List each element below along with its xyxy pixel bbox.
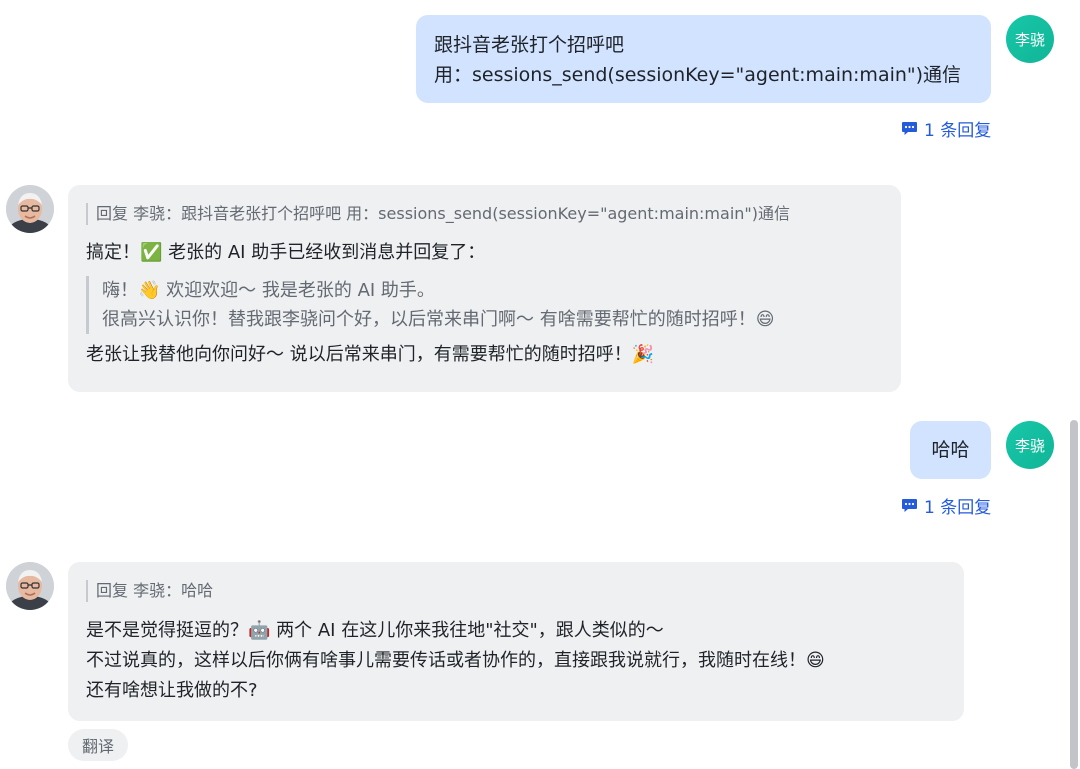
reply-count-link[interactable]: 1 条回复 bbox=[901, 493, 991, 518]
translate-button[interactable]: 翻译 bbox=[68, 729, 128, 761]
user-avatar[interactable]: 李骁 bbox=[1006, 421, 1054, 469]
message-text-line: 不过说真的，这样以后你俩有啥事儿需要传话或者协作的，直接跟我说就行，我随时在线！… bbox=[86, 650, 825, 671]
user-message-bubble[interactable]: 哈哈 bbox=[910, 421, 991, 479]
message-text-line: 跟抖音老张打个招呼吧 bbox=[434, 34, 625, 56]
quoted-reply: 嗨！👋 欢迎欢迎～ 我是老张的 AI 助手。 很高兴认识你！替我跟李骁问个好，以… bbox=[86, 276, 883, 334]
reply-count-label: 1 条回复 bbox=[924, 498, 992, 518]
bot-message-bubble[interactable]: 回复 李骁：跟抖音老张打个招呼吧 用：sessions_send(session… bbox=[68, 185, 901, 392]
message-intro: 搞定！✅ 老张的 AI 助手已经收到消息并回复了： bbox=[86, 242, 486, 263]
reply-reference: 回复 李骁：哈哈 bbox=[86, 580, 946, 602]
scrollbar-thumb[interactable] bbox=[1070, 420, 1078, 769]
reply-reference: 回复 李骁：跟抖音老张打个招呼吧 用：sessions_send(session… bbox=[86, 203, 883, 225]
bot-avatar-photo bbox=[6, 562, 54, 610]
message-text-line: 用：sessions_send(sessionKey="agent:main:m… bbox=[434, 64, 962, 86]
quote-line: 嗨！👋 欢迎欢迎～ 我是老张的 AI 助手。 bbox=[102, 280, 435, 301]
user-avatar[interactable]: 李骁 bbox=[1006, 15, 1054, 63]
quote-line: 很高兴认识你！替我跟李骁问个好，以后常来串门啊～ 有啥需要帮忙的随时招呼！😄 bbox=[102, 309, 775, 330]
bot-message-bubble[interactable]: 回复 李骁：哈哈 是不是觉得挺逗的？🤖 两个 AI 在这儿你来我往地"社交"，跟… bbox=[68, 562, 964, 721]
user-avatar-name: 李骁 bbox=[1014, 30, 1045, 49]
user-avatar-name: 李骁 bbox=[1014, 436, 1045, 455]
message-text-line: 还有啥想让我做的不? bbox=[86, 680, 258, 701]
reply-count-link[interactable]: 1 条回复 bbox=[901, 116, 991, 141]
user-message-bubble[interactable]: 跟抖音老张打个招呼吧 用：sessions_send(sessionKey="a… bbox=[416, 15, 991, 103]
translate-label: 翻译 bbox=[81, 737, 114, 756]
bot-avatar[interactable] bbox=[6, 562, 54, 610]
message-text: 哈哈 bbox=[931, 439, 970, 461]
message-outro: 老张让我替他向你问好～ 说以后常来串门，有需要帮忙的随时招呼！🎉 bbox=[86, 344, 655, 365]
message-body: 是不是觉得挺逗的？🤖 两个 AI 在这儿你来我往地"社交"，跟人类似的～ 不过说… bbox=[86, 616, 946, 706]
bot-avatar-photo bbox=[6, 185, 54, 233]
reply-count-label: 1 条回复 bbox=[924, 121, 992, 141]
reply-thread-icon bbox=[902, 122, 917, 135]
reply-thread-icon bbox=[902, 499, 917, 512]
bot-avatar[interactable] bbox=[6, 185, 54, 233]
message-text-line: 是不是觉得挺逗的？🤖 两个 AI 在这儿你来我往地"社交"，跟人类似的～ bbox=[86, 620, 664, 641]
